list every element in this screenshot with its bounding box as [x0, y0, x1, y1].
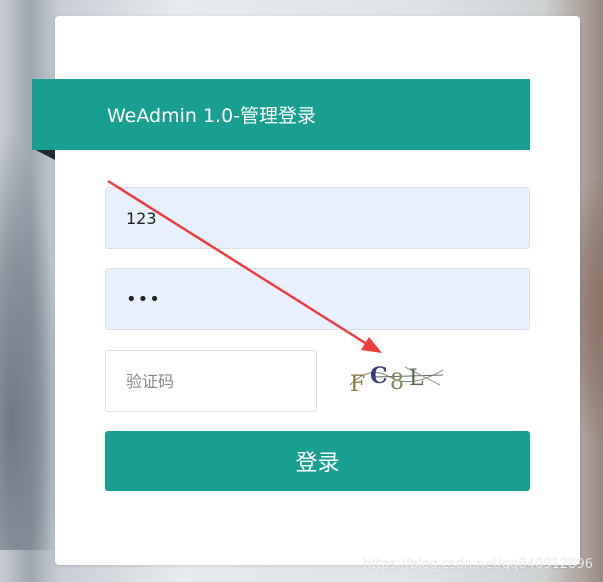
watermark: https://blog.csdn.net/qq840912896: [362, 557, 593, 572]
captcha-char-3: 8: [390, 370, 404, 395]
login-button[interactable]: 登录: [105, 431, 530, 491]
captcha-char-2: C: [370, 363, 388, 389]
page-title: WeAdmin 1.0-管理登录: [107, 105, 317, 127]
login-header: WeAdmin 1.0-管理登录: [32, 79, 530, 150]
password-input[interactable]: [105, 268, 530, 330]
captcha-image[interactable]: F C 8 L: [345, 355, 445, 400]
captcha-char-4: L: [409, 366, 424, 391]
captcha-char-1: F: [350, 372, 365, 397]
captcha-input[interactable]: [105, 350, 317, 412]
username-input[interactable]: [105, 187, 530, 249]
background-blur-left: [0, 130, 60, 550]
